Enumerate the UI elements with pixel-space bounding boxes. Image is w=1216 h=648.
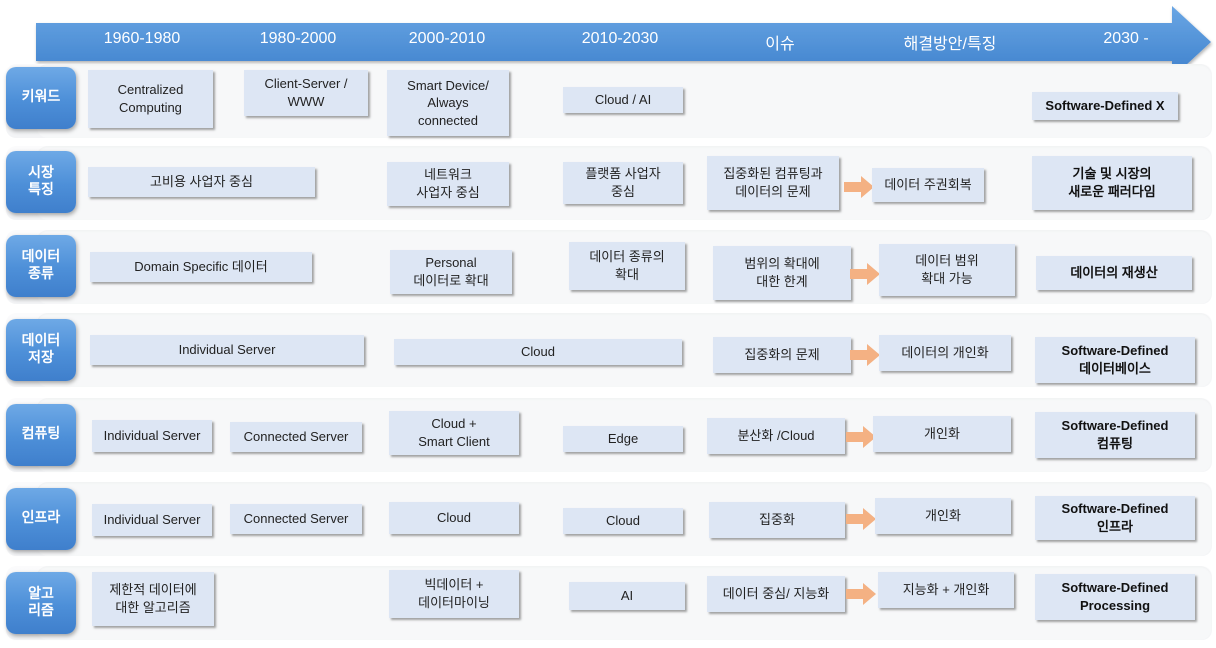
cell-infra-issue: 집중화 bbox=[709, 502, 845, 538]
row-market: 시장 특징 고비용 사업자 중심 네트워크 사업자 중심 플랫폼 사업자 중심 … bbox=[6, 146, 1212, 220]
cell-keyword-2000: Smart Device/ Always connected bbox=[387, 70, 509, 136]
cell-market-2010: 플랫폼 사업자 중심 bbox=[563, 162, 683, 204]
cell-datatype-2010: 데이터 종류의 확대 bbox=[569, 242, 685, 290]
cell-infra-1960: Individual Server bbox=[92, 504, 212, 536]
timeline-label-2010-2030: 2010-2030 bbox=[581, 30, 659, 47]
flow-arrow-icon bbox=[850, 344, 880, 366]
flow-arrow-icon bbox=[844, 176, 874, 198]
cell-computing-2000: Cloud + Smart Client bbox=[389, 411, 519, 455]
cell-algorithm-2000: 빅데이터 + 데이터마이닝 bbox=[389, 570, 519, 618]
category-market: 시장 특징 bbox=[6, 151, 76, 213]
cell-algorithm-2030: Software-Defined Processing bbox=[1035, 574, 1195, 620]
row-infra: 인프라 Individual Server Connected Server C… bbox=[6, 482, 1212, 556]
cell-storage-2030: Software-Defined 데이터베이스 bbox=[1035, 337, 1195, 383]
cell-computing-solution: 개인화 bbox=[873, 416, 1011, 452]
cell-datatype-issue: 범위의 확대에 대한 한계 bbox=[713, 246, 851, 300]
cell-storage-solution: 데이터의 개인화 bbox=[879, 335, 1011, 371]
category-algorithm: 알고 리즘 bbox=[6, 572, 76, 634]
cell-market-2030: 기술 및 시장의 새로운 패러다임 bbox=[1032, 156, 1192, 210]
cell-infra-solution: 개인화 bbox=[875, 498, 1011, 534]
flow-arrow-icon bbox=[846, 508, 876, 530]
timeline-label-2030: 2030 - bbox=[1103, 30, 1149, 47]
cell-market-1960-1980: 고비용 사업자 중심 bbox=[88, 167, 315, 197]
cell-infra-2010: Cloud bbox=[563, 508, 683, 534]
cell-storage-2000-2030: Cloud bbox=[394, 339, 682, 365]
timeline-label-1980-2000: 1980-2000 bbox=[259, 30, 337, 47]
category-computing: 컴퓨팅 bbox=[6, 404, 76, 466]
cell-keyword-2030: Software-Defined X bbox=[1032, 92, 1178, 120]
cell-infra-2030: Software-Defined 인프라 bbox=[1035, 496, 1195, 540]
category-infra: 인프라 bbox=[6, 488, 76, 550]
cell-infra-1980: Connected Server bbox=[230, 504, 362, 534]
cell-keyword-1960: Centralized Computing bbox=[88, 70, 213, 128]
cell-datatype-solution: 데이터 범위 확대 가능 bbox=[879, 244, 1015, 296]
timeline-label-2000-2010: 2000-2010 bbox=[408, 30, 486, 47]
flow-arrow-icon bbox=[846, 426, 876, 448]
row-data-storage: 데이터 저장 Individual Server Cloud 집중화의 문제 데… bbox=[6, 313, 1212, 387]
timeline-label-solution: 해결방안/특징 bbox=[903, 36, 997, 53]
row-computing: 컴퓨팅 Individual Server Connected Server C… bbox=[6, 398, 1212, 472]
cell-market-solution: 데이터 주권회복 bbox=[872, 168, 984, 202]
category-keyword: 키워드 bbox=[6, 67, 76, 129]
cell-market-2000: 네트워크 사업자 중심 bbox=[387, 162, 509, 206]
flow-arrow-icon bbox=[850, 263, 880, 285]
cell-algorithm-solution: 지능화 + 개인화 bbox=[878, 572, 1014, 608]
cell-algorithm-1960: 제한적 데이터에 대한 알고리즘 bbox=[92, 572, 214, 626]
cell-storage-1960-1980: Individual Server bbox=[90, 335, 364, 365]
row-data-type: 데이터 종류 Domain Specific 데이터 Personal 데이터로… bbox=[6, 230, 1212, 304]
cell-datatype-2030: 데이터의 재생산 bbox=[1036, 256, 1192, 290]
row-keyword: 키워드 Centralized Computing Client-Server … bbox=[6, 64, 1212, 138]
cell-computing-2030: Software-Defined 컴퓨팅 bbox=[1035, 412, 1195, 458]
flow-arrow-icon bbox=[846, 583, 876, 605]
cell-keyword-1980: Client-Server / WWW bbox=[244, 70, 368, 116]
cell-computing-2010: Edge bbox=[563, 426, 683, 452]
category-data-type: 데이터 종류 bbox=[6, 235, 76, 297]
row-algorithm: 알고 리즘 제한적 데이터에 대한 알고리즘 빅데이터 + 데이터마이닝 AI … bbox=[6, 566, 1212, 640]
cell-storage-issue: 집중화의 문제 bbox=[713, 337, 851, 373]
cell-datatype-2000: Personal 데이터로 확대 bbox=[390, 250, 512, 294]
cell-computing-1960: Individual Server bbox=[92, 420, 212, 452]
timeline-label-issue: 이슈 bbox=[765, 36, 795, 53]
cell-algorithm-issue: 데이터 중심/ 지능화 bbox=[707, 576, 845, 612]
cell-computing-1980: Connected Server bbox=[230, 422, 362, 452]
cell-market-issue: 집중화된 컴퓨팅과 데이터의 문제 bbox=[707, 156, 839, 210]
cell-computing-issue: 분산화 /Cloud bbox=[707, 418, 845, 454]
cell-keyword-2010: Cloud / AI bbox=[563, 87, 683, 113]
cell-algorithm-2010: AI bbox=[569, 582, 685, 610]
category-data-storage: 데이터 저장 bbox=[6, 319, 76, 381]
cell-datatype-1960-1980: Domain Specific 데이터 bbox=[90, 252, 312, 282]
cell-infra-2000: Cloud bbox=[389, 502, 519, 534]
timeline-label-1960-1980: 1960-1980 bbox=[103, 30, 181, 47]
